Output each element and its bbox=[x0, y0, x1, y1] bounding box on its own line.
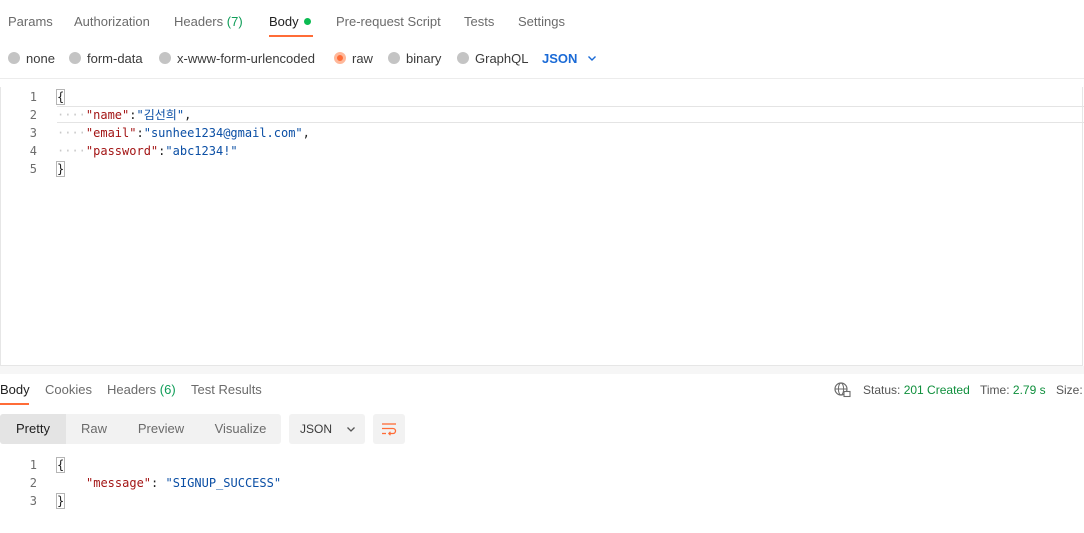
json-key: "password" bbox=[85, 144, 159, 158]
response-line: 1 { bbox=[0, 456, 1084, 474]
json-value: "김선희" bbox=[136, 108, 185, 122]
close-brace: } bbox=[55, 493, 66, 509]
response-tab-headers-label: Headers bbox=[107, 382, 157, 397]
editor-line: 4 ····"password":"abc1234!" bbox=[0, 142, 1084, 160]
tab-body[interactable]: Body bbox=[269, 14, 311, 29]
close-brace: } bbox=[55, 161, 66, 177]
indent-whitespace: ···· bbox=[57, 126, 86, 140]
response-format-value: JSON bbox=[300, 422, 333, 436]
response-tab-test-results[interactable]: Test Results bbox=[191, 382, 262, 397]
tab-tests[interactable]: Tests bbox=[464, 14, 494, 29]
response-size-label: Size: bbox=[1056, 383, 1083, 397]
time-label: Time: bbox=[980, 383, 1010, 397]
json-comma: , bbox=[184, 108, 192, 122]
radio-selected-icon bbox=[334, 52, 346, 64]
status-label: Status: bbox=[863, 383, 901, 397]
radio-raw[interactable]: raw bbox=[334, 50, 373, 66]
open-brace: { bbox=[55, 457, 66, 473]
radio-none[interactable]: none bbox=[8, 50, 55, 66]
json-separator: : bbox=[136, 126, 144, 140]
tab-body-label: Body bbox=[269, 14, 299, 29]
line-number: 3 bbox=[29, 494, 37, 508]
json-key: "name" bbox=[85, 108, 130, 122]
section-divider bbox=[0, 78, 1084, 79]
active-tab-indicator bbox=[269, 35, 313, 37]
editor-line: 3 ····"email":"sunhee1234@gmail.com", bbox=[0, 124, 1084, 142]
time-value[interactable]: 2.79 s bbox=[1013, 383, 1046, 397]
response-tab-headers[interactable]: Headers (6) bbox=[107, 382, 176, 397]
radio-circle-icon bbox=[159, 52, 171, 64]
line-number: 1 bbox=[29, 90, 37, 104]
radio-circle-icon bbox=[457, 52, 469, 64]
response-tab-cookies[interactable]: Cookies bbox=[45, 382, 92, 397]
line-number: 2 bbox=[29, 476, 37, 490]
line-number: 4 bbox=[29, 144, 37, 158]
response-status: Status: 201 Created bbox=[863, 383, 970, 397]
active-tab-indicator bbox=[0, 403, 29, 405]
radio-circle-icon bbox=[388, 52, 400, 64]
tab-headers-label: Headers bbox=[174, 14, 224, 29]
response-line: 2 "message": "SIGNUP_SUCCESS" bbox=[0, 474, 1084, 492]
chevron-down-icon bbox=[588, 56, 597, 61]
json-key: "message" bbox=[86, 476, 152, 490]
indent-whitespace: ···· bbox=[57, 108, 86, 122]
line-number: 2 bbox=[29, 108, 37, 122]
chevron-down-icon bbox=[347, 427, 355, 432]
response-tab-body[interactable]: Body bbox=[0, 382, 30, 397]
json-separator: : bbox=[129, 108, 137, 122]
view-visualize-button[interactable]: Visualize bbox=[200, 414, 281, 444]
view-preview-button[interactable]: Preview bbox=[122, 414, 200, 444]
response-tab-headers-count: (6) bbox=[159, 382, 176, 397]
line-number: 1 bbox=[29, 458, 37, 472]
response-line: 3 } bbox=[0, 492, 1084, 510]
radio-graphql[interactable]: GraphQL bbox=[457, 50, 528, 66]
language-select[interactable]: JSON bbox=[542, 50, 597, 66]
radio-raw-label: raw bbox=[352, 50, 373, 66]
tab-settings[interactable]: Settings bbox=[518, 14, 565, 29]
indent-whitespace: ···· bbox=[57, 144, 86, 158]
radio-urlencoded[interactable]: x-www-form-urlencoded bbox=[159, 50, 315, 66]
editor-line: 5 } bbox=[0, 160, 1084, 178]
tab-headers[interactable]: Headers (7) bbox=[174, 14, 243, 29]
wrap-lines-icon bbox=[382, 423, 397, 436]
json-value: "sunhee1234@gmail.com" bbox=[143, 126, 303, 140]
editor-line: 2 ····"name":"김선희", bbox=[0, 106, 1084, 124]
view-pretty-button[interactable]: Pretty bbox=[0, 414, 66, 444]
json-key: "email" bbox=[85, 126, 137, 140]
radio-binary[interactable]: binary bbox=[388, 50, 441, 66]
tab-params[interactable]: Params bbox=[8, 14, 53, 29]
radio-none-label: none bbox=[26, 50, 55, 66]
globe-network-icon[interactable] bbox=[834, 382, 851, 398]
open-brace: { bbox=[55, 89, 66, 105]
status-value[interactable]: 201 Created bbox=[904, 383, 970, 397]
radio-form-data[interactable]: form-data bbox=[69, 50, 143, 66]
tab-headers-count: (7) bbox=[226, 14, 243, 29]
view-raw-button[interactable]: Raw bbox=[66, 414, 122, 444]
green-dot-icon bbox=[303, 18, 311, 25]
line-number: 5 bbox=[29, 162, 37, 176]
tab-authorization[interactable]: Authorization bbox=[74, 14, 150, 29]
radio-graphql-label: GraphQL bbox=[475, 50, 529, 66]
tab-prerequest-script[interactable]: Pre-request Script bbox=[336, 14, 441, 29]
radio-binary-label: binary bbox=[406, 50, 442, 66]
radio-circle-icon bbox=[69, 52, 81, 64]
language-select-value: JSON bbox=[542, 50, 578, 66]
json-comma: , bbox=[302, 126, 310, 140]
radio-urlencoded-label: x-www-form-urlencoded bbox=[177, 50, 315, 66]
editor-line: 1 { bbox=[0, 88, 1084, 106]
response-format-select[interactable]: JSON bbox=[289, 414, 365, 444]
response-time: Time: 2.79 s bbox=[980, 383, 1046, 397]
radio-form-data-label: form-data bbox=[87, 50, 143, 66]
wrap-lines-button[interactable] bbox=[373, 414, 405, 444]
json-value: "abc1234!" bbox=[165, 144, 238, 158]
json-separator: : bbox=[151, 476, 166, 490]
pane-resizer[interactable] bbox=[0, 366, 1084, 374]
radio-circle-icon bbox=[8, 52, 20, 64]
line-number: 3 bbox=[29, 126, 37, 140]
json-value: "SIGNUP_SUCCESS" bbox=[165, 476, 282, 490]
